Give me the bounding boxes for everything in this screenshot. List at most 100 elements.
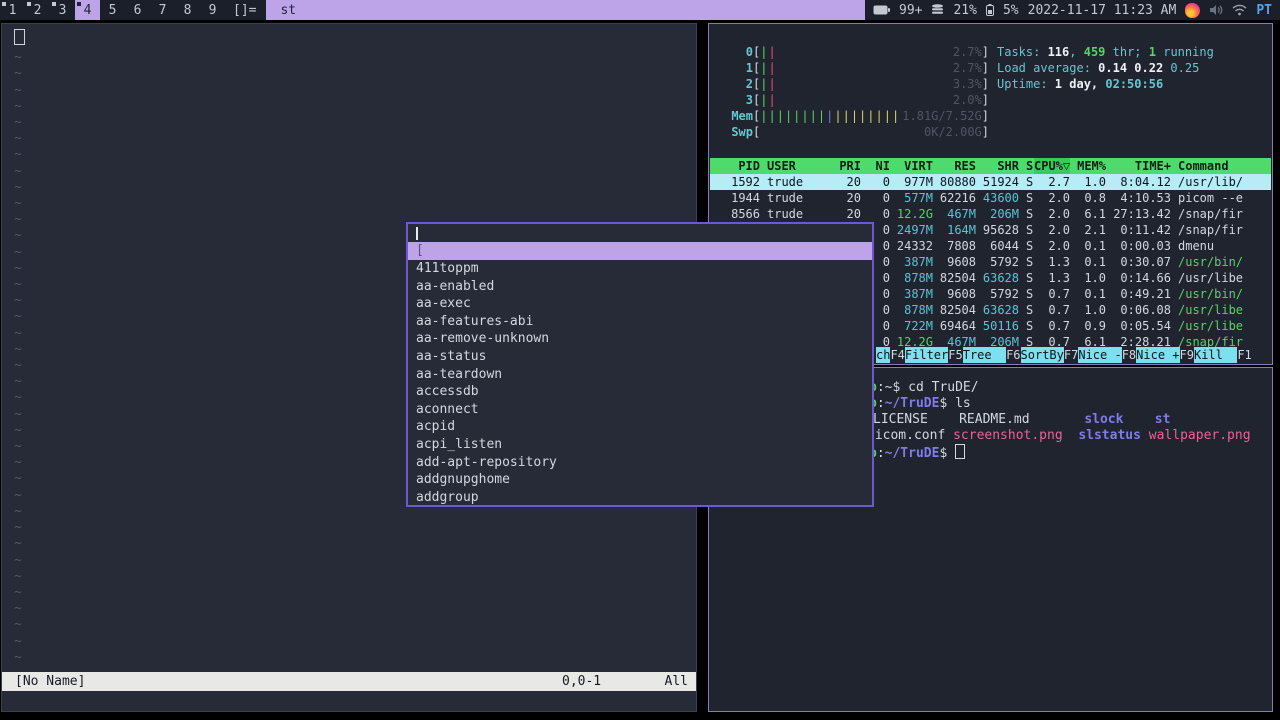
workspace-label: 9 <box>208 2 217 18</box>
dmenu-item[interactable]: aa-enabled <box>408 278 872 296</box>
summary-segment: Tasks: <box>997 45 1048 59</box>
summary-line: Uptime: 1 day, 02:50:56 <box>997 76 1214 92</box>
process-cell: 2.0 <box>1048 223 1070 237</box>
layout-indicator[interactable]: []= <box>233 0 256 20</box>
process-cell: /usr/libe <box>1178 303 1244 317</box>
vim-cursor-line <box>14 28 696 50</box>
summary-segment: 459 <box>1083 45 1106 59</box>
meter-label: 1 <box>745 61 753 75</box>
vim-empty-line: ~ <box>14 196 22 212</box>
dmenu-item[interactable]: aa-exec <box>408 295 872 313</box>
dmenu-item[interactable]: aa-features-abi <box>408 313 872 331</box>
column-header-user[interactable]: USER <box>760 158 832 174</box>
dmenu-item[interactable]: acpi_listen <box>408 436 872 454</box>
process-cell: trude <box>767 175 804 189</box>
function-key-label[interactable]: ch <box>876 347 891 363</box>
meter-bracket: [ <box>753 109 761 123</box>
workspace-tag-4[interactable]: 4 <box>75 0 100 20</box>
meter-value: 0K/2.00G <box>923 125 982 139</box>
dmenu-item[interactable]: add-apt-repository <box>408 454 872 472</box>
process-cell: 9608 <box>947 255 976 269</box>
column-header-pri[interactable]: PRI <box>832 158 861 174</box>
database-icon <box>932 4 944 14</box>
column-header-res[interactable]: RES <box>933 158 976 174</box>
process-cell: 0 <box>882 191 890 205</box>
dmenu-selected-item[interactable]: [ <box>408 242 872 260</box>
wifi-icon[interactable] <box>1232 4 1247 16</box>
process-cell: 2.7 <box>1048 175 1070 189</box>
meter-bracket: ] <box>981 61 989 75</box>
process-row[interactable]: 1592 trude 20 0 977M 80880 51924 S 2.7 1.0 8:04.12… <box>710 174 1271 190</box>
process-cell: 0:06.08 <box>1120 303 1171 317</box>
process-cell: 2.0 <box>1048 191 1070 205</box>
column-header-shr[interactable]: SHR <box>976 158 1019 174</box>
workspace-tag-7[interactable]: 7 <box>150 0 175 20</box>
dmenu-item-list: 411toppm aa-enabled aa-exec aa-features-abi… <box>408 260 872 505</box>
process-cell: 1592 <box>731 175 760 189</box>
vim-cmdline <box>2 692 696 711</box>
workspace-label: 2 <box>33 2 42 18</box>
workspace-tag-3[interactable]: 3 <box>50 0 75 20</box>
process-row[interactable]: 1944 trude 20 0 577M 62216 43600 S 2.0 0.8 4:10.53… <box>710 190 1271 206</box>
process-row[interactable]: 8566 trude 20 0 12.2G 467M 206M S 2.0 6.1 27:13.42… <box>710 206 1271 222</box>
summary-line: Load average: 0.14 0.22 0.25 <box>997 60 1214 76</box>
dmenu-item[interactable]: aconnect <box>408 401 872 419</box>
workspace-tag-1[interactable]: 1 <box>0 0 25 20</box>
vim-empty-line: ~ <box>14 115 22 131</box>
process-cell: 878M <box>904 271 933 285</box>
workspace-tag-2[interactable]: 2 <box>25 0 50 20</box>
function-key-label[interactable]: Nice + <box>1136 347 1180 363</box>
dmenu-item[interactable]: aa-remove-unknown <box>408 330 872 348</box>
workspace-tag-8[interactable]: 8 <box>175 0 200 20</box>
terminal-segment: ~/TruDE <box>884 396 940 411</box>
column-header-pid[interactable]: PID <box>710 158 760 174</box>
column-header-virt[interactable]: VIRT <box>890 158 933 174</box>
volume-icon[interactable] <box>1209 4 1223 16</box>
process-cell: 977M <box>904 175 933 189</box>
summary-segment: running <box>1156 45 1214 59</box>
process-cell: S <box>1026 191 1034 205</box>
column-header-time[interactable]: TIME+ <box>1106 158 1171 174</box>
function-key-label[interactable]: Kill <box>1193 347 1238 363</box>
column-header-ni[interactable]: NI <box>861 158 890 174</box>
clock: 2022-11-17 11:23 AM <box>1027 2 1177 18</box>
function-key: F9 <box>1179 348 1194 362</box>
workspace-tag-6[interactable]: 6 <box>125 0 150 20</box>
table-header-row[interactable]: PID USER PRI NI VIRT RES SHR S CPU%▽ MEM% TIME+ Com… <box>710 158 1271 174</box>
process-cell: 0:30.07 <box>1120 255 1171 269</box>
dmenu-item[interactable]: addgroup <box>408 489 872 505</box>
dmenu-item[interactable]: addgnupghome <box>408 471 872 489</box>
column-header-mem[interactable]: MEM% <box>1070 158 1106 174</box>
summary-segment: thr; <box>1105 45 1149 59</box>
vim-filename: [No Name] <box>15 674 86 689</box>
firefox-icon[interactable] <box>1185 2 1201 18</box>
keyboard-layout[interactable]: PT <box>1256 3 1272 18</box>
process-cell: 82504 <box>939 303 976 317</box>
process-cell: S <box>1026 287 1034 301</box>
dmenu-item[interactable]: 411toppm <box>408 260 872 278</box>
meter-bar: | <box>776 109 785 123</box>
function-key-label[interactable]: Nice - <box>1078 347 1122 363</box>
workspace-tag-9[interactable]: 9 <box>200 0 225 20</box>
workspace-client-indicator <box>77 2 81 6</box>
dmenu-input[interactable] <box>408 224 872 242</box>
column-header-command[interactable]: Command <box>1171 158 1271 174</box>
dmenu-item[interactable]: accessdb <box>408 383 872 401</box>
function-key-label[interactable]: Tree <box>962 347 1007 363</box>
function-key-label[interactable]: Filter <box>904 347 949 363</box>
dmenu-item[interactable]: aa-status <box>408 348 872 366</box>
vim-empty-line: ~ <box>14 66 22 82</box>
function-key-label[interactable]: SortBy <box>1020 347 1064 363</box>
dmenu-item[interactable]: acpid <box>408 418 872 436</box>
column-header-s[interactable]: S <box>1019 158 1034 174</box>
dmenu-launcher[interactable]: [ 411toppm aa-enabled aa-exec aa-features-a… <box>406 222 874 507</box>
meter-bar: | <box>768 93 777 107</box>
dmenu-item[interactable]: aa-teardown <box>408 366 872 384</box>
workspace-tag-5[interactable]: 5 <box>100 0 125 20</box>
terminal-segment: st <box>1154 412 1171 427</box>
function-key: F1 <box>1237 348 1252 362</box>
process-cell: 0.8 <box>1084 191 1106 205</box>
column-header-cpu[interactable]: CPU%▽ <box>1034 158 1070 174</box>
vim-block-cursor <box>14 29 25 45</box>
process-cell: 69464 <box>939 319 976 333</box>
